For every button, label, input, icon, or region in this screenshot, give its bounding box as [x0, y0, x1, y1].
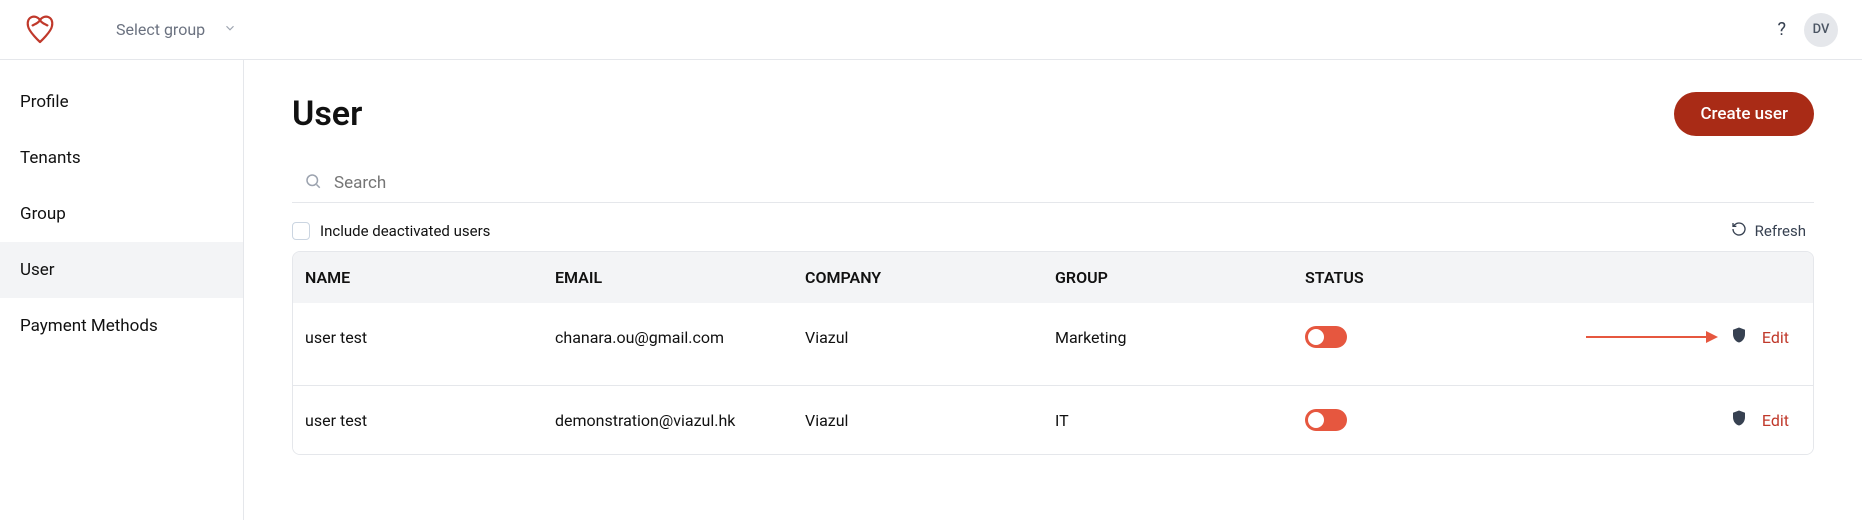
status-toggle[interactable]	[1305, 409, 1347, 431]
refresh-button[interactable]: Refresh	[1731, 221, 1814, 241]
sidebar: Profile Tenants Group User Payment Metho…	[0, 60, 244, 520]
sidebar-item-label: Tenants	[20, 148, 81, 168]
sidebar-item-profile[interactable]: Profile	[0, 74, 243, 130]
table-row: user test chanara.ou@gmail.com Viazul Ma…	[293, 303, 1813, 371]
main-content: User Create user Include deactivated use…	[244, 60, 1862, 520]
cell-email: demonstration@viazul.hk	[555, 411, 805, 430]
col-header-group: GROUP	[1055, 268, 1305, 287]
table-row: user test demonstration@viazul.hk Viazul…	[293, 385, 1813, 454]
sidebar-item-label: Profile	[20, 92, 69, 112]
cell-email: chanara.ou@gmail.com	[555, 328, 805, 347]
table-header: NAME EMAIL COMPANY GROUP STATUS	[293, 252, 1813, 303]
sidebar-item-label: User	[20, 260, 55, 280]
shield-icon[interactable]	[1730, 325, 1748, 349]
cell-group: Marketing	[1055, 328, 1305, 347]
table-toolbar: Include deactivated users Refresh	[292, 221, 1814, 241]
shield-icon[interactable]	[1730, 408, 1748, 432]
avatar-initials: DV	[1813, 22, 1830, 37]
brand-logo	[24, 14, 56, 46]
status-toggle[interactable]	[1305, 326, 1347, 348]
checkbox-label: Include deactivated users	[320, 222, 490, 240]
col-header-name: NAME	[305, 268, 555, 287]
refresh-label: Refresh	[1755, 222, 1806, 240]
page-header: User Create user	[292, 92, 1814, 136]
group-selector[interactable]: Select group	[116, 20, 237, 39]
col-header-email: EMAIL	[555, 268, 805, 287]
sidebar-item-user[interactable]: User	[0, 242, 243, 298]
include-deactivated-checkbox[interactable]: Include deactivated users	[292, 222, 490, 240]
search-input[interactable]	[334, 173, 1802, 193]
sidebar-item-payment-methods[interactable]: Payment Methods	[0, 298, 243, 354]
edit-link[interactable]: Edit	[1762, 328, 1789, 347]
search-bar	[292, 164, 1814, 203]
annotation-arrow	[1586, 336, 1716, 338]
cell-status	[1305, 326, 1475, 348]
sidebar-item-label: Payment Methods	[20, 316, 158, 336]
sidebar-item-label: Group	[20, 204, 66, 224]
cell-name: user test	[305, 411, 555, 430]
cell-actions: Edit	[1475, 325, 1801, 349]
sidebar-item-tenants[interactable]: Tenants	[0, 130, 243, 186]
col-header-company: COMPANY	[805, 268, 1055, 287]
col-header-status: STATUS	[1305, 268, 1475, 287]
create-user-button[interactable]: Create user	[1674, 92, 1814, 136]
table-body: user test chanara.ou@gmail.com Viazul Ma…	[293, 303, 1813, 454]
chevron-down-icon	[223, 20, 237, 39]
users-table: NAME EMAIL COMPANY GROUP STATUS user tes…	[292, 251, 1814, 455]
topbar: Select group ? DV	[0, 0, 1862, 60]
avatar[interactable]: DV	[1804, 13, 1838, 47]
sidebar-item-group[interactable]: Group	[0, 186, 243, 242]
cell-actions: Edit	[1475, 408, 1801, 432]
page-title: User	[292, 94, 362, 134]
cell-name: user test	[305, 328, 555, 347]
group-selector-label: Select group	[116, 20, 205, 39]
search-icon	[304, 172, 322, 194]
cell-status	[1305, 409, 1475, 431]
cell-company: Viazul	[805, 411, 1055, 430]
help-icon[interactable]: ?	[1777, 19, 1786, 40]
edit-link[interactable]: Edit	[1762, 411, 1789, 430]
checkbox-box	[292, 222, 310, 240]
cell-group: IT	[1055, 411, 1305, 430]
cell-company: Viazul	[805, 328, 1055, 347]
refresh-icon	[1731, 221, 1747, 241]
